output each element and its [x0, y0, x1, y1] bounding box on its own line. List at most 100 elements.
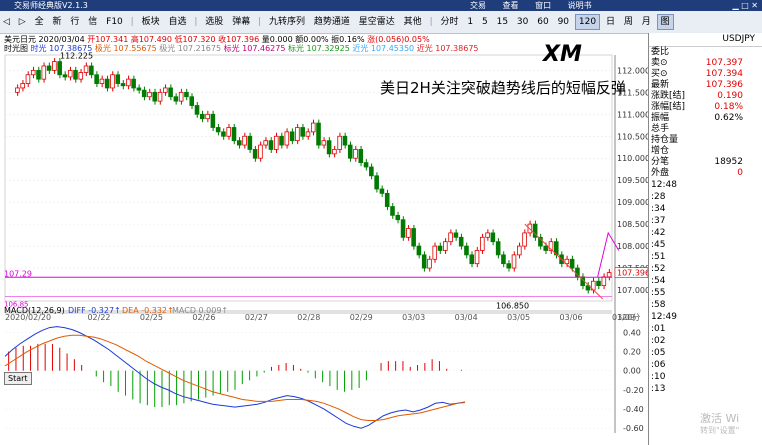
low-annotation: 106.850	[496, 302, 529, 311]
period-30[interactable]: 30	[514, 11, 531, 33]
quote-row: 总手	[649, 124, 762, 135]
candle-body	[236, 140, 242, 146]
candle-body	[157, 91, 163, 102]
toolbar-other[interactable]: 其他	[401, 11, 425, 33]
tick-time: :28	[651, 192, 666, 202]
toolbar-quote[interactable]: 行	[67, 11, 82, 33]
macd-diff: DIFF -0.327↑	[68, 306, 121, 315]
candle-body	[73, 69, 78, 80]
candle-body	[52, 61, 57, 71]
candle-body	[273, 135, 279, 150]
toolbar-barrage[interactable]: 弹幕	[229, 11, 253, 33]
high-annotation: 112.225	[60, 51, 93, 60]
toolbar-all[interactable]: 全	[32, 11, 47, 33]
candle-body	[395, 214, 401, 221]
app-title: 交易师经典版V2.1.3	[14, 1, 88, 10]
forward-icon[interactable]: ▷	[16, 11, 29, 33]
price-chart: 107.000107.500108.000108.500109.000109.5…	[4, 42, 648, 433]
candle-body	[104, 78, 110, 89]
candle-body	[200, 113, 205, 120]
candle-body	[15, 87, 20, 93]
period-15[interactable]: 15	[494, 11, 511, 33]
macd-tick-label: -0.40	[623, 405, 644, 414]
quote-panel: USDJPY 委比 卖⊙ 107.397 买⊙ 107.394 最新 107.396 涨跌[结…	[648, 33, 762, 445]
toolbar-watchlist[interactable]: 自选	[165, 11, 189, 33]
candle-body	[194, 105, 200, 115]
toolbar-nine-turn[interactable]: 九转序列	[266, 11, 308, 33]
candle-body	[252, 149, 258, 159]
candle-body	[226, 127, 232, 137]
candle-body	[83, 65, 89, 73]
quote-label: 涨跌[结]	[651, 91, 686, 101]
toolbar-radar[interactable]: 星空雷达	[356, 11, 398, 33]
candle-body	[437, 245, 443, 251]
candle-body	[215, 127, 221, 133]
title-bar: 交易师经典版V2.1.3 交易 查看 窗口 说明书 ▁ □ ✕	[0, 0, 762, 11]
quote-row: 振幅 0.62%	[649, 113, 762, 124]
x-tick-label: 03/05	[507, 313, 530, 322]
candle-body	[205, 113, 210, 120]
menu-window[interactable]: 窗口	[535, 1, 551, 10]
quote-row: 持仓量	[649, 135, 762, 146]
toolbar-trend-channel[interactable]: 趋势通道	[311, 11, 353, 33]
candle-body	[305, 131, 311, 137]
price-tick-label: 111.000	[617, 110, 648, 119]
candle-body	[332, 149, 337, 155]
period-60[interactable]: 60	[534, 11, 551, 33]
tick-time: :10	[651, 372, 666, 382]
candle-body	[601, 276, 607, 287]
period-90[interactable]: 90	[555, 11, 572, 33]
macd-tick-label: -0.20	[623, 386, 644, 395]
menu-view[interactable]: 查看	[503, 1, 519, 10]
chart-badge[interactable]: 图	[656, 14, 674, 30]
candle-body	[46, 65, 52, 71]
window-controls[interactable]: ▁ □ ✕	[733, 0, 759, 11]
xm-logo: XM	[541, 42, 582, 67]
quote-value: 0	[737, 168, 743, 178]
period-120[interactable]: 120	[574, 14, 601, 30]
tick-time: :02	[651, 336, 666, 346]
period-week[interactable]: 周	[621, 11, 636, 33]
back-icon[interactable]: ◁	[0, 11, 13, 33]
analysis-note: 美日2H关注突破趋势线后的短幅反弹	[380, 79, 626, 97]
candle-body	[184, 91, 189, 98]
tick-time: :54	[651, 276, 666, 286]
toolbar-info[interactable]: 信	[85, 11, 100, 33]
candle-body	[115, 74, 121, 84]
tick-time: :52	[651, 264, 666, 274]
chart-area[interactable]: 美元日元 2020/03/04 开107.341 高107.490 低107.3…	[0, 33, 648, 445]
period-5[interactable]: 5	[479, 11, 491, 33]
period-day[interactable]: 日	[603, 11, 618, 33]
candle-body	[448, 232, 453, 243]
toolbar-sector[interactable]: 板块	[139, 11, 163, 33]
period-1[interactable]: 1	[464, 11, 476, 33]
candle-body	[506, 263, 512, 269]
quote-rows: 委比 卖⊙ 107.397 买⊙ 107.394 最新 107.396 涨跌[结] 0.190 涨…	[649, 47, 762, 179]
menu-trade[interactable]: 交易	[470, 1, 486, 10]
menu-manual[interactable]: 说明书	[568, 1, 592, 10]
candle-body	[495, 241, 501, 256]
quote-label: 持仓量	[651, 135, 679, 145]
candle-body	[78, 72, 84, 80]
candle-body	[384, 192, 390, 207]
candle-body	[152, 91, 158, 102]
activation-watermark: 激活 Wi	[700, 412, 740, 425]
quote-row: 涨幅[结] 0.18%	[649, 102, 762, 113]
toolbar-f10[interactable]: F10	[103, 11, 126, 33]
quote-label: 分笔	[651, 157, 670, 167]
tick-list[interactable]: 12:48:28:34:37:42:45:51:52:54:55:58 12:49…	[649, 179, 762, 395]
x-tick-label: 02/29	[350, 313, 373, 322]
tick-time: 12:48	[651, 180, 677, 190]
start-button[interactable]: Start	[4, 372, 32, 385]
quote-row: 最新 107.396	[649, 80, 762, 91]
quote-label: 外盘	[651, 168, 670, 178]
top-menu: 交易 查看 窗口 说明书	[470, 0, 606, 11]
candle-body	[110, 74, 115, 89]
period-intraday[interactable]: 分时	[437, 11, 461, 33]
panel-header: USDJPY	[649, 33, 762, 47]
toolbar-stock-picker[interactable]: 选股	[202, 11, 226, 33]
candle-body	[210, 113, 216, 128]
period-month[interactable]: 月	[639, 11, 654, 33]
toolbar-new[interactable]: 新	[49, 11, 64, 33]
quote-value: 0.62%	[714, 113, 743, 123]
